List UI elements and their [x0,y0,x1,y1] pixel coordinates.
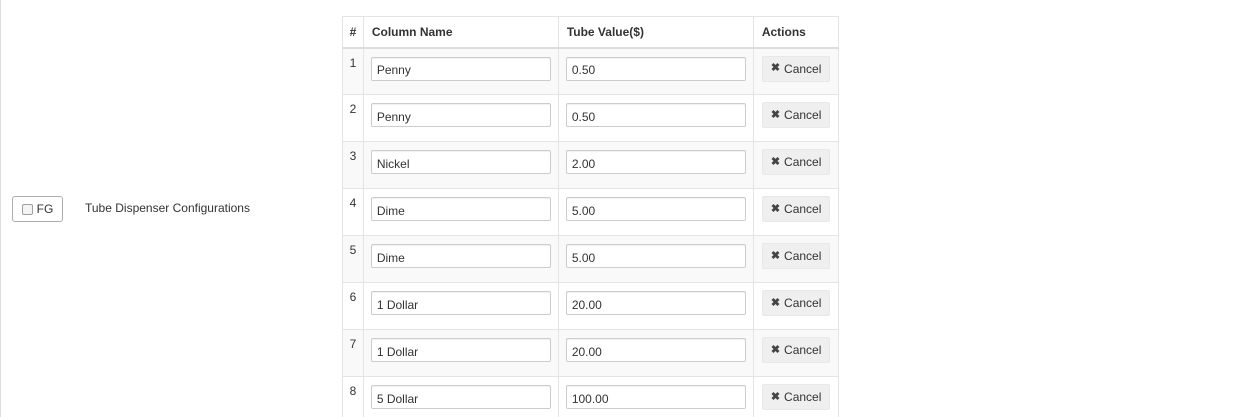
close-icon: ✖ [770,62,781,74]
actions-cell: ✖ Cancel [752,47,840,95]
close-icon: ✖ [770,343,781,356]
cancel-button[interactable]: ✖ Cancel [761,149,831,175]
row-number: 5 [342,235,364,283]
cancel-label: Cancel [784,202,822,216]
actions-cell: ✖ Cancel [752,329,840,377]
table-row: 4 ✖Cancel [342,188,840,236]
cancel-button[interactable]: ✖ Cancel [761,102,831,128]
header-tube-value: Tube Value($) [557,16,754,49]
cancel-label: Cancel [784,155,822,169]
row-number: 7 [342,329,364,377]
actions-cell: ✖ Cancel [752,282,840,330]
cancel-button[interactable]: ✖ Cancel [761,337,831,363]
tube-value-cell [557,47,754,95]
close-icon: ✖ [770,390,781,403]
column-name-input[interactable] [370,338,551,362]
cancel-label: Cancel [784,296,822,310]
tube-value-input[interactable] [565,385,746,409]
header-num: # [342,16,364,49]
actions-cell: ✖ Cancel [752,376,840,417]
column-name-input[interactable] [370,244,551,268]
table-row: 1 ✖Cancel [342,47,840,95]
tube-value-cell [557,188,754,236]
column-name-input[interactable] [370,291,551,315]
tube-value-cell [557,376,754,417]
cancel-button[interactable]: ✖ Cancel [761,196,831,222]
actions-cell: ✖ Cancel [752,94,840,142]
close-icon: ✖ [770,155,781,168]
actions-cell: ✖ Cancel [752,235,840,283]
tube-value-cell [557,282,754,330]
column-name-cell [362,376,559,417]
cancel-label: Cancel [784,390,822,404]
tube-value-input[interactable] [565,103,746,127]
cancel-button[interactable]: ✖ Cancel [761,290,831,316]
table-row: 7 ✖Cancel [342,329,840,377]
row-number: 4 [342,188,364,236]
cancel-button[interactable]: ✖ Cancel [761,384,831,410]
column-name-input[interactable] [370,150,551,174]
header-actions: Actions [752,16,840,49]
column-name-input[interactable] [370,103,551,127]
row-number: 6 [342,282,364,330]
close-icon: ✖ [770,296,781,309]
cancel-button[interactable]: ✖ Cancel [761,55,831,82]
header-column-name: Column Name [362,16,559,49]
row-number: 8 [342,376,364,417]
column-name-cell [362,282,559,330]
actions-cell: ✖ Cancel [752,188,840,236]
tube-value-cell [557,94,754,142]
table-row: 2 ✖Cancel [342,94,840,142]
tube-value-input[interactable] [565,338,746,362]
tube-value-cell [557,329,754,377]
close-icon: ✖ [770,202,781,215]
column-name-input[interactable] [370,56,551,81]
tube-value-input[interactable] [565,56,746,81]
row-number: 2 [342,94,364,142]
column-name-cell [362,188,559,236]
column-name-input[interactable] [370,385,551,409]
cancel-label: Cancel [784,343,822,357]
column-name-cell [362,47,559,95]
left-border [0,0,1,417]
row-number: 3 [342,141,364,189]
tube-value-input[interactable] [565,150,746,174]
close-icon: ✖ [770,108,781,121]
table-row: 3 ✖Cancel [342,141,840,189]
column-name-cell [362,329,559,377]
table-row: 6 ✖Cancel [342,282,840,330]
cancel-button[interactable]: ✖ Cancel [761,243,831,269]
close-icon: ✖ [770,249,781,262]
tube-value-cell [557,235,754,283]
table-header-row: # Column Name Tube Value($) Actions [342,16,840,49]
column-name-cell [362,94,559,142]
actions-cell: ✖ Cancel [752,141,840,189]
tube-value-cell [557,141,754,189]
cancel-label: Cancel [784,108,822,122]
tube-value-input[interactable] [565,291,746,315]
column-name-cell [362,141,559,189]
cancel-label: Cancel [784,61,822,76]
table-row: 8 ✖Cancel [342,376,840,417]
config-label: Tube Dispenser Configurations [85,201,250,215]
column-name-input[interactable] [370,197,551,221]
cancel-label: Cancel [784,249,822,263]
tube-config-table: # Column Name Tube Value($) Actions 1✖Ca… [342,16,840,417]
checkbox-icon[interactable] [21,203,33,215]
column-name-cell [362,235,559,283]
tube-value-input[interactable] [565,244,746,268]
fg-toggle-button[interactable]: FG [12,196,63,222]
tube-value-input[interactable] [565,197,746,221]
table-row: 5 ✖Cancel [342,235,840,283]
row-number: 1 [342,47,364,95]
table-body: 1✖Cancel2✖Cancel3✖Cancel4✖Cancel5✖Cancel… [342,47,840,417]
fg-toggle-label: FG [36,202,54,216]
page: FG Tube Dispenser Configurations # Colum… [0,0,1241,417]
